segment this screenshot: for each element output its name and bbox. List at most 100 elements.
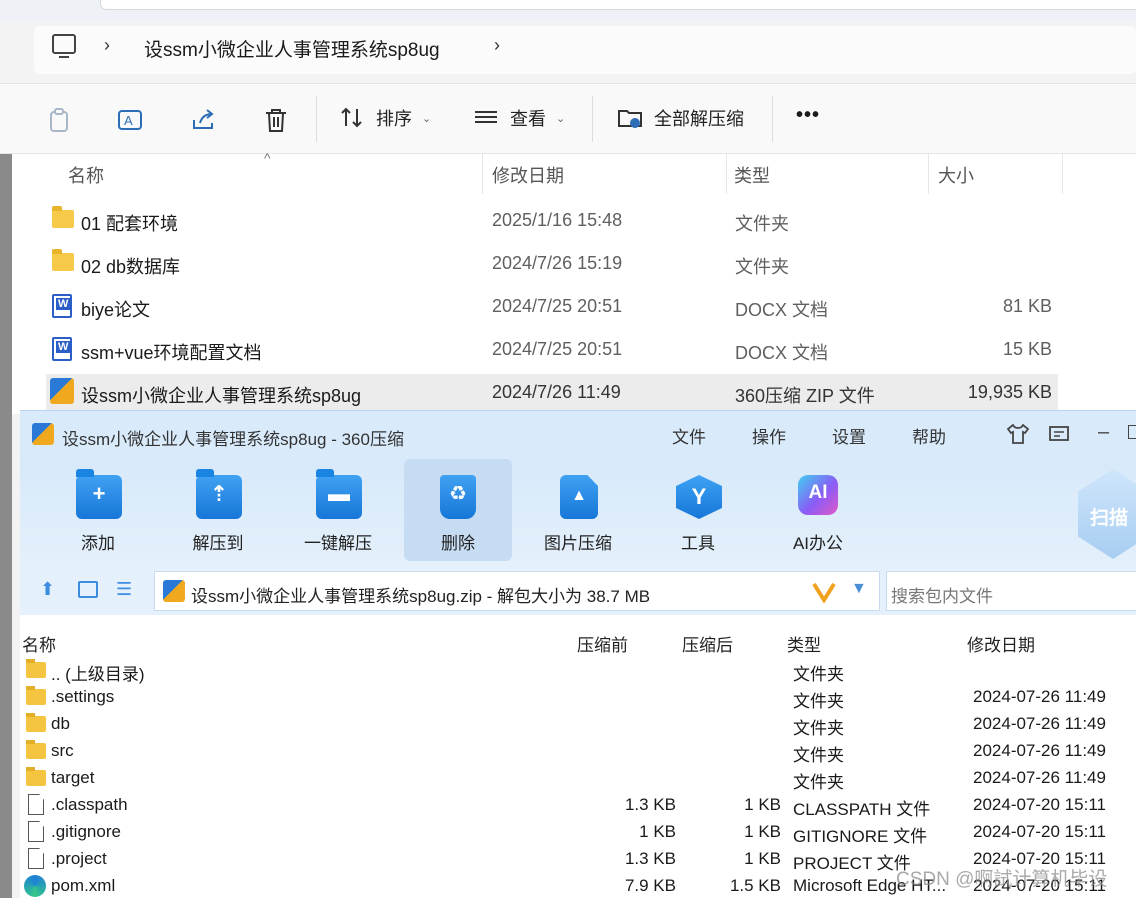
explorer-tab[interactable] [100, 0, 1136, 10]
one-click-extract-button[interactable]: ▬ 一键解压 [284, 459, 392, 561]
up-level-icon[interactable]: ⬆ [40, 579, 55, 600]
chevron-right-icon[interactable]: › [104, 35, 110, 56]
archive-search-input[interactable]: 搜索包内文件 [886, 571, 1136, 611]
scan-label: 扫描 [1090, 508, 1129, 529]
list-view-icon[interactable]: ☰ [116, 579, 132, 600]
ai-office-button[interactable]: AI AI办公 [764, 459, 872, 561]
file-name: ssm+vue环境配置文档 [81, 343, 262, 363]
zip-file-type: 文件夹 [793, 719, 844, 738]
rename-icon[interactable]: A [116, 106, 144, 134]
tools-button[interactable]: Y 工具 [644, 459, 752, 561]
file-row[interactable]: biye论文 2024/7/25 20:51 DOCX 文档 81 KB [46, 288, 1058, 328]
share-icon[interactable] [190, 106, 218, 134]
sort-button[interactable]: 排序 ⌄ [338, 104, 431, 132]
chevron-right-icon[interactable]: › [494, 35, 500, 56]
zip-file-type: GITIGNORE 文件 [793, 827, 928, 846]
tools-label: 工具 [681, 534, 715, 553]
column-header-type[interactable]: 类型 [734, 162, 770, 188]
toolbar-divider [592, 96, 593, 142]
file-row[interactable]: 01 配套环境 2025/1/16 15:48 文件夹 [46, 202, 1058, 242]
zip-file-row[interactable]: db 文件夹 2024-07-26 11:49 [20, 711, 1136, 738]
file-row[interactable]: 02 db数据库 2024/7/26 15:19 文件夹 [46, 245, 1058, 285]
dropdown-arrow-icon[interactable]: ▼ [851, 580, 867, 598]
column-header-before[interactable]: 压缩前 [577, 631, 628, 656]
word-doc-icon [52, 294, 72, 318]
scan-button[interactable]: 扫描 [1078, 469, 1136, 559]
zip-file-row[interactable]: .settings 文件夹 2024-07-26 11:49 [20, 684, 1136, 711]
maximize-icon[interactable] [1128, 425, 1136, 439]
app-logo-icon [32, 423, 54, 445]
column-header-name[interactable]: 名称 [22, 631, 56, 656]
feedback-icon[interactable] [1048, 425, 1070, 445]
file-type: 文件夹 [735, 214, 789, 234]
extract-to-icon: ⇡ [196, 469, 242, 519]
archive-path-box[interactable]: 设ssm小微企业人事管理系统sp8ug.zip - 解包大小为 38.7 MB … [154, 571, 880, 611]
image-compress-button[interactable]: ▲ 图片压缩 [524, 459, 632, 561]
view-button[interactable]: 查看 ⌄ [472, 104, 565, 132]
extract-to-button[interactable]: ⇡ 解压到 [164, 459, 272, 561]
minimize-icon[interactable]: – [1098, 421, 1109, 444]
file-name: 设ssm小微企业人事管理系统sp8ug [81, 386, 362, 406]
column-header-size[interactable]: 大小 [938, 162, 974, 188]
folder-icon [52, 206, 74, 228]
file-type: DOCX 文档 [735, 300, 829, 320]
ai-office-icon: AI [798, 475, 838, 515]
folder-icon [52, 249, 74, 271]
zip-file-row[interactable]: .gitignore 1 KB 1 KB GITIGNORE 文件 2024-07-20… [20, 819, 1136, 846]
toolbar-divider [316, 96, 317, 142]
column-header-date[interactable]: 修改日期 [492, 162, 564, 188]
zip-size-before: 1.3 KB [624, 795, 676, 814]
more-options-button[interactable]: ••• [796, 104, 820, 127]
menu-settings[interactable]: 设置 [832, 423, 866, 448]
zip-file-name: .settings [51, 687, 115, 706]
zip-file-name: .gitignore [51, 822, 121, 841]
file-size: 81 KB [1002, 296, 1052, 316]
sort-icon [341, 107, 362, 128]
folder-icon [26, 740, 46, 759]
file-size: 19,935 KB [967, 382, 1052, 402]
file-type: DOCX 文档 [735, 343, 829, 363]
zip-file-row[interactable]: src 文件夹 2024-07-26 11:49 [20, 738, 1136, 765]
column-header-after[interactable]: 压缩后 [682, 631, 733, 656]
file-row-selected[interactable]: 设ssm小微企业人事管理系统sp8ug 2024/7/26 11:49 360压… [46, 374, 1058, 414]
column-header-name[interactable]: 名称 [68, 162, 104, 188]
extract-all-button[interactable]: 全部解压缩 [616, 104, 744, 132]
file-name: 01 配套环境 [81, 214, 179, 234]
folder-icon [26, 767, 46, 786]
zip-size-after: 1 KB [744, 822, 781, 841]
menu-operation[interactable]: 操作 [752, 423, 786, 448]
zip-file-name: pom.xml [51, 876, 116, 895]
column-divider [928, 154, 929, 194]
column-header-date[interactable]: 修改日期 [967, 631, 1035, 656]
zip-file-row[interactable]: .classpath 1.3 KB 1 KB CLASSPATH 文件 2024-07-… [20, 792, 1136, 819]
zip-file-date: 2024-07-26 11:49 [973, 714, 1106, 733]
add-button[interactable]: + 添加 [44, 459, 152, 561]
file-date: 2024/7/25 20:51 [492, 296, 623, 316]
zip-file-row[interactable]: target 文件夹 2024-07-26 11:49 [20, 765, 1136, 792]
zip-360-icon [50, 378, 74, 404]
folder-icon [26, 659, 46, 678]
delete-button[interactable]: ♻ 删除 [404, 459, 512, 561]
column-header-type[interactable]: 类型 [787, 631, 821, 656]
menu-help[interactable]: 帮助 [912, 423, 946, 448]
thumbnail-view-icon[interactable] [78, 581, 98, 598]
zip-file-row[interactable]: .. (上级目录) 文件夹 [20, 657, 1136, 684]
zip-file-name: target [51, 768, 95, 787]
vip-icon[interactable] [811, 581, 837, 603]
copy-icon[interactable] [46, 106, 74, 134]
zip-size-after: 1 KB [744, 795, 781, 814]
this-pc-icon[interactable] [52, 34, 76, 58]
one-click-extract-icon: ▬ [316, 469, 362, 519]
zip-nav-bar: ⬆ ☰ 设ssm小微企业人事管理系统sp8ug.zip - 解包大小为 38.7… [20, 567, 1136, 615]
extract-folder-icon [618, 110, 642, 128]
file-date: 2024/7/25 20:51 [492, 339, 623, 359]
zip-file-name: .. (上级目录) [51, 665, 145, 684]
trash-icon[interactable] [262, 106, 290, 134]
menu-file[interactable]: 文件 [672, 423, 706, 448]
skin-icon[interactable] [1006, 423, 1030, 445]
file-row[interactable]: ssm+vue环境配置文档 2024/7/25 20:51 DOCX 文档 15… [46, 331, 1058, 371]
file-icon [28, 821, 44, 842]
breadcrumb-folder[interactable]: 设ssm小微企业人事管理系统sp8ug [144, 35, 440, 62]
add-folder-icon: + [76, 469, 122, 519]
search-placeholder: 搜索包内文件 [891, 587, 993, 606]
